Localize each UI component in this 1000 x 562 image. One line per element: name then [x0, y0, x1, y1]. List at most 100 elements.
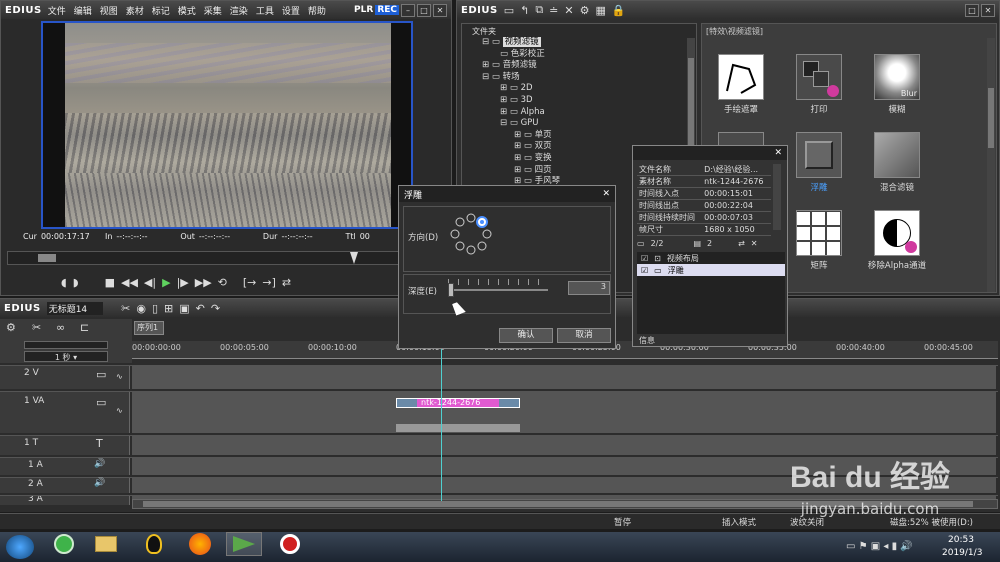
- layer-item[interactable]: ☑ ▭ 浮雕: [637, 264, 785, 276]
- menu-clip[interactable]: 素材: [126, 7, 144, 17]
- explorer-icon[interactable]: [88, 532, 124, 556]
- start-button[interactable]: [6, 535, 34, 559]
- insert-icon[interactable]: [→: [243, 276, 257, 289]
- clock-time[interactable]: 20:53: [948, 535, 974, 545]
- tree-item[interactable]: ⊟ ▭ GPU: [482, 118, 682, 130]
- effect-blend-filter[interactable]: 混合滤镜: [862, 132, 932, 193]
- menu-settings[interactable]: 设置: [282, 7, 300, 17]
- save-icon[interactable]: ▣: [179, 302, 189, 315]
- video-preview[interactable]: [41, 21, 413, 229]
- audio-clip[interactable]: [396, 424, 520, 432]
- group-icon[interactable]: ⊏: [80, 321, 89, 334]
- tree-item[interactable]: ⊞ ▭ 3D: [482, 95, 682, 107]
- lock-icon[interactable]: 🔒: [612, 4, 626, 17]
- tree-item[interactable]: ⊞ ▭ 2D: [482, 83, 682, 95]
- move-icon[interactable]: ⇄: [738, 239, 745, 248]
- delete-icon[interactable]: ✕: [564, 4, 573, 17]
- tree-item[interactable]: ⊞ ▭ 音频滤镜: [482, 60, 682, 72]
- effect-print[interactable]: 打印: [784, 54, 854, 115]
- replace-icon[interactable]: ⇄: [282, 276, 291, 289]
- browser360-icon[interactable]: [46, 532, 82, 556]
- info-scrollbar[interactable]: [773, 164, 781, 230]
- menu-capture[interactable]: 采集: [204, 7, 222, 17]
- checkbox-icon[interactable]: ☑: [641, 266, 648, 275]
- properties-icon[interactable]: ⚙: [580, 4, 590, 17]
- info-close-icon[interactable]: ✕: [774, 148, 782, 158]
- remove-icon[interactable]: ✕: [751, 239, 758, 248]
- filter-icon[interactable]: ▤: [693, 239, 701, 248]
- clock-date[interactable]: 2019/1/3: [942, 548, 982, 558]
- cancel-button[interactable]: 取消: [557, 328, 611, 343]
- effect-blur[interactable]: Blur 模糊: [862, 54, 932, 115]
- timeline-clip[interactable]: ntk-1244-2676: [396, 398, 520, 408]
- library-maximize-icon[interactable]: □: [965, 3, 979, 17]
- qq-icon[interactable]: [136, 532, 172, 556]
- direction-dial[interactable]: [446, 213, 496, 263]
- effects-scrollbar[interactable]: [987, 38, 995, 292]
- redo-icon[interactable]: ↷: [211, 302, 220, 315]
- copy-icon[interactable]: ⧉: [535, 3, 543, 17]
- scrub-bar[interactable]: [7, 251, 447, 265]
- rewind-icon[interactable]: ◀◀: [121, 276, 138, 289]
- effect-freehand-mask[interactable]: 手绘遮罩: [706, 54, 776, 115]
- plr-button[interactable]: PLR: [354, 5, 373, 15]
- checkbox-icon[interactable]: ☑: [641, 254, 648, 263]
- shuttle-handle[interactable]: [38, 254, 56, 262]
- undo-icon[interactable]: ↶: [196, 302, 205, 315]
- menu-view[interactable]: 视图: [100, 7, 118, 17]
- track-lane[interactable]: [132, 366, 996, 389]
- menu-mode[interactable]: 模式: [178, 7, 196, 17]
- fast-forward-icon[interactable]: ▶▶: [195, 276, 212, 289]
- play-icon[interactable]: ▶: [162, 276, 170, 289]
- recorder-icon[interactable]: [272, 532, 308, 556]
- step-forward-icon[interactable]: |▶: [177, 276, 189, 289]
- firefox-icon[interactable]: [182, 532, 218, 556]
- menu-help[interactable]: 帮助: [308, 7, 326, 17]
- zoom-slider[interactable]: [24, 341, 108, 349]
- rec-button[interactable]: REC: [375, 5, 399, 15]
- depth-value-input[interactable]: 3: [568, 281, 610, 295]
- view-icon[interactable]: ▦: [595, 4, 605, 17]
- sequence-tab[interactable]: 序列1: [134, 321, 164, 335]
- track-icon[interactable]: ≐: [549, 4, 558, 17]
- track-wave-icon[interactable]: ∿: [116, 372, 123, 381]
- new-sequence-icon[interactable]: ✂: [121, 302, 130, 315]
- new-project-icon[interactable]: ▯: [152, 302, 158, 315]
- menu-edit[interactable]: 编辑: [74, 7, 92, 17]
- effect-matrix[interactable]: 矩阵: [784, 210, 854, 271]
- track-lock-icon[interactable]: ▭: [96, 368, 106, 381]
- menu-render[interactable]: 渲染: [230, 7, 248, 17]
- ok-button[interactable]: 确认: [499, 328, 553, 343]
- step-back-icon[interactable]: ◀|: [144, 276, 156, 289]
- stop-icon[interactable]: ■: [105, 276, 115, 289]
- edius-task-icon[interactable]: [226, 532, 262, 556]
- track-lane[interactable]: ntk-1244-2676: [132, 392, 996, 433]
- layer-item[interactable]: ☑ ⊡ 视频布局: [637, 252, 785, 264]
- folder-icon[interactable]: ▭: [504, 4, 514, 17]
- up-folder-icon[interactable]: ↰: [520, 4, 529, 17]
- maximize-icon[interactable]: □: [417, 3, 431, 17]
- tree-item[interactable]: ⊟ ▭ 转场: [482, 72, 682, 84]
- timeline-playhead[interactable]: [441, 341, 442, 501]
- set-out-icon[interactable]: ◗: [73, 276, 79, 289]
- library-close-icon[interactable]: ✕: [981, 3, 995, 17]
- settings-icon[interactable]: ⚙: [6, 321, 16, 334]
- track-wave-icon[interactable]: ∿: [116, 406, 123, 415]
- menu-file[interactable]: 文件: [48, 7, 66, 17]
- loop-icon[interactable]: ⟲: [218, 276, 227, 289]
- depth-slider[interactable]: [448, 289, 548, 291]
- cut-icon[interactable]: ✂: [32, 321, 41, 334]
- tree-item[interactable]: ▭ 色彩校正: [482, 49, 682, 61]
- capture-icon[interactable]: ◉: [136, 302, 146, 315]
- link-icon[interactable]: ∞: [56, 321, 65, 334]
- menu-marker[interactable]: 标记: [152, 7, 170, 17]
- effect-remove-alpha[interactable]: 移除Alpha通道: [862, 210, 932, 271]
- track-lock-icon[interactable]: ▭: [96, 396, 106, 409]
- menu-tools[interactable]: 工具: [256, 7, 274, 17]
- tree-item[interactable]: ⊞ ▭ Alpha: [482, 107, 682, 119]
- minimize-icon[interactable]: –: [401, 3, 415, 17]
- open-project-icon[interactable]: ⊞: [164, 302, 173, 315]
- speaker-icon[interactable]: 🔊: [94, 478, 105, 488]
- tree-item[interactable]: ⊟ ▭ 视频滤镜: [482, 37, 682, 49]
- set-in-icon[interactable]: ◖: [61, 276, 67, 289]
